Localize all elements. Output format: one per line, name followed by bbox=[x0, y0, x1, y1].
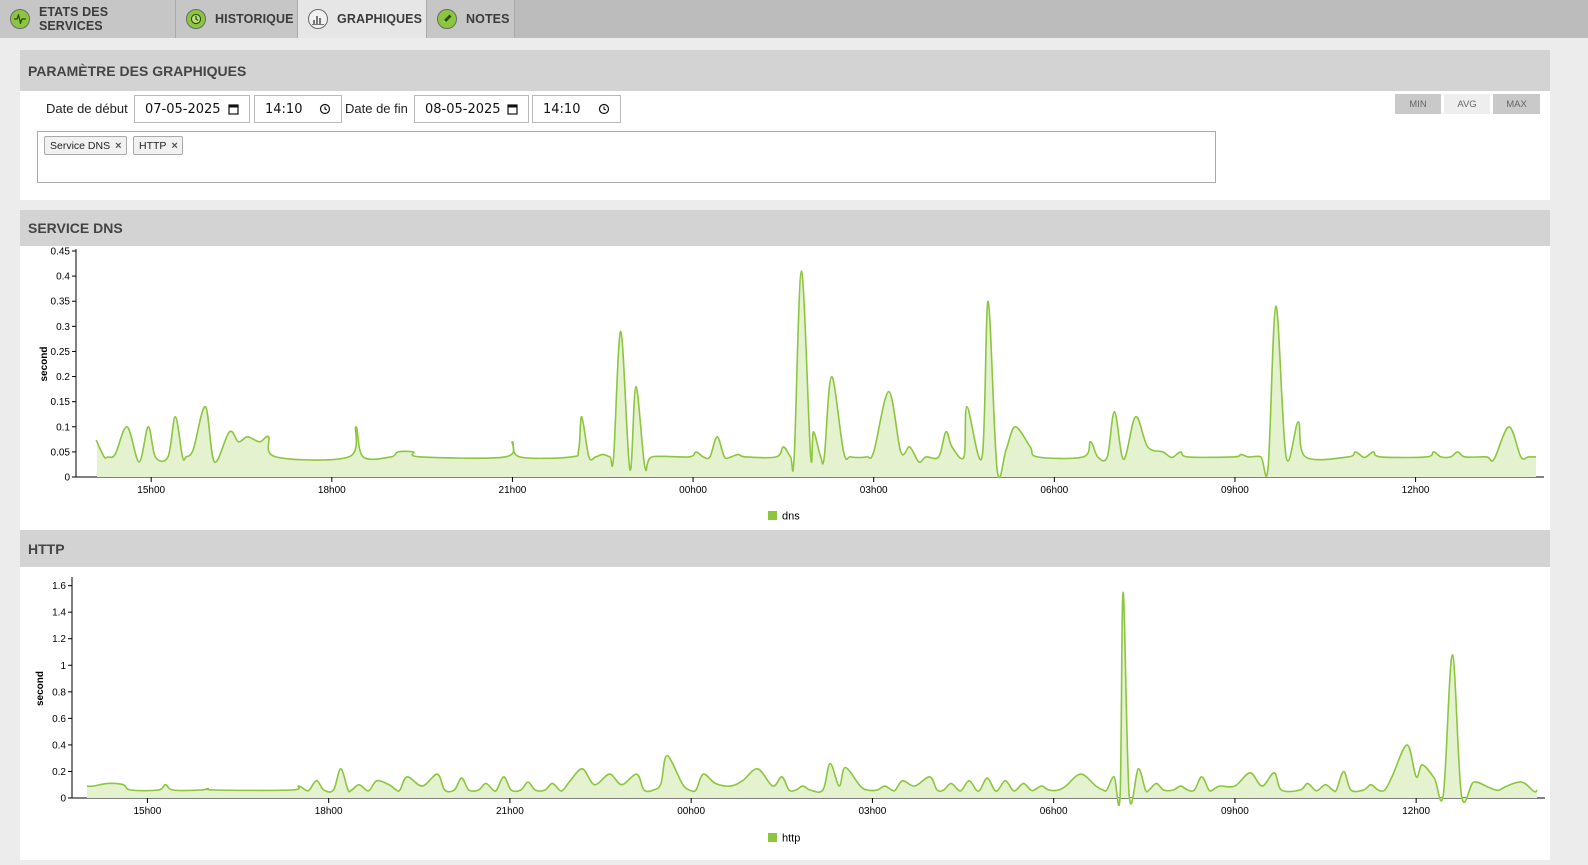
y-tick-label: 0.45 bbox=[51, 247, 71, 258]
chart-dns-panel: 0 0.05 0.1 0.15 0.2 0.25 0.3 0.35 0.4 0.45 second 1… bbox=[20, 246, 1550, 530]
y-tick-label: 0.8 bbox=[52, 687, 66, 698]
params-title: PARAMÈTRE DES GRAPHIQUES bbox=[28, 62, 247, 79]
tag-http: HTTP × bbox=[133, 136, 183, 155]
x-tick-label: 12h00 bbox=[1402, 485, 1430, 496]
end-time-value: 14:10 bbox=[543, 101, 581, 117]
x-tick-label: 06h00 bbox=[1040, 806, 1068, 817]
legend-swatch-http bbox=[768, 833, 777, 842]
series-area-dns bbox=[96, 271, 1536, 478]
y-tick-label: 0.4 bbox=[56, 272, 70, 283]
remove-tag-button[interactable]: × bbox=[171, 140, 177, 152]
y-tick-label: 0.6 bbox=[52, 714, 66, 725]
y-tick-label: 0.35 bbox=[51, 297, 71, 308]
tag-label: Service DNS bbox=[50, 139, 111, 152]
y-tick-label: 0.4 bbox=[52, 740, 66, 751]
legend-label-http: http bbox=[782, 833, 800, 845]
series-area-http bbox=[87, 592, 1537, 806]
y-axis-label: second bbox=[39, 346, 50, 381]
x-tick-label: 21h00 bbox=[496, 806, 524, 817]
x-tick-label: 03h00 bbox=[860, 485, 888, 496]
start-date-value: 07-05-2025 bbox=[145, 101, 221, 117]
y-axis-label: second bbox=[35, 671, 46, 706]
clock-icon[interactable] bbox=[598, 103, 610, 119]
clock-icon[interactable] bbox=[319, 103, 331, 119]
tab-notes[interactable]: NOTES bbox=[427, 0, 515, 38]
y-tick-label: 0.2 bbox=[52, 767, 66, 778]
tab-label: NOTES bbox=[466, 12, 510, 26]
pencil-icon bbox=[437, 9, 457, 29]
tab-historique[interactable]: HISTORIQUE bbox=[176, 0, 298, 38]
y-tick-label: 1.6 bbox=[52, 581, 66, 592]
y-tick-label: 1.2 bbox=[52, 634, 66, 645]
y-tick-label: 1 bbox=[60, 661, 66, 672]
x-tick-label: 15h00 bbox=[137, 485, 165, 496]
y-tick-label: 0.25 bbox=[51, 347, 71, 358]
pulse-icon bbox=[10, 9, 30, 29]
y-tick-label: 1.4 bbox=[52, 608, 66, 619]
tab-bar: ETATS DES SERVICES HISTORIQUE GRAPHIQUES… bbox=[0, 0, 1588, 38]
start-date-label: Date de début bbox=[46, 101, 128, 116]
chart-header-dns: SERVICE DNS bbox=[20, 210, 1550, 246]
agg-min-button[interactable]: MIN bbox=[1395, 94, 1441, 114]
tab-graphiques[interactable]: GRAPHIQUES bbox=[298, 0, 427, 38]
calendar-icon[interactable] bbox=[507, 103, 518, 119]
y-tick-label: 0.3 bbox=[56, 322, 70, 333]
agg-max-button[interactable]: MAX bbox=[1493, 94, 1540, 114]
x-tick-label: 00h00 bbox=[679, 485, 707, 496]
y-tick-label: 0.1 bbox=[56, 422, 70, 433]
remove-tag-button[interactable]: × bbox=[115, 140, 121, 152]
tag-label: HTTP bbox=[139, 139, 167, 152]
y-tick-label: 0 bbox=[64, 473, 70, 484]
x-tick-label: 21h00 bbox=[499, 485, 527, 496]
dns-chart: 0 0.05 0.1 0.15 0.2 0.25 0.3 0.35 0.4 0.45 second 1… bbox=[39, 247, 1544, 523]
clock-icon bbox=[186, 9, 206, 29]
agg-avg-button[interactable]: AVG bbox=[1444, 94, 1490, 114]
http-chart: 0 0.2 0.4 0.6 0.8 1 1.2 1.4 1.6 second 15h00 18h00 2… bbox=[35, 577, 1545, 845]
x-tick-label: 09h00 bbox=[1221, 485, 1249, 496]
end-date-label: Date de fin bbox=[345, 101, 408, 116]
y-tick-label: 0.15 bbox=[51, 397, 71, 408]
tab-label: ETATS DES SERVICES bbox=[38, 5, 109, 33]
calendar-icon[interactable] bbox=[228, 103, 239, 119]
start-time-input[interactable]: 14:10 bbox=[254, 95, 342, 123]
legend-label-dns: dns bbox=[782, 511, 800, 523]
params-header: PARAMÈTRE DES GRAPHIQUES bbox=[20, 50, 1550, 91]
start-time-value: 14:10 bbox=[265, 101, 303, 117]
x-tick-label: 18h00 bbox=[318, 485, 346, 496]
agg-label: MAX bbox=[1506, 98, 1527, 110]
start-date-input[interactable]: 07-05-2025 bbox=[134, 95, 250, 123]
y-tick-label: 0 bbox=[60, 794, 66, 805]
tag-service-dns: Service DNS × bbox=[44, 136, 127, 155]
tab-label: GRAPHIQUES bbox=[337, 12, 423, 26]
chart-http-panel: 0 0.2 0.4 0.6 0.8 1 1.2 1.4 1.6 second 15h00 18h00 2… bbox=[20, 567, 1550, 860]
chart-title: SERVICE DNS bbox=[28, 220, 123, 236]
series-line-http bbox=[86, 591, 1538, 807]
x-tick-label: 12h00 bbox=[1402, 806, 1430, 817]
tab-etats-des-services[interactable]: ETATS DES SERVICES bbox=[0, 0, 176, 38]
tab-label: HISTORIQUE bbox=[215, 12, 294, 26]
y-tick-label: 0.2 bbox=[56, 372, 70, 383]
agg-label: MIN bbox=[1409, 98, 1427, 110]
x-tick-label: 00h00 bbox=[677, 806, 705, 817]
service-tag-selector[interactable]: Service DNS × HTTP × bbox=[37, 131, 1216, 183]
end-date-input[interactable]: 08-05-2025 bbox=[414, 95, 529, 123]
x-tick-label: 15h00 bbox=[134, 806, 162, 817]
agg-label: AVG bbox=[1457, 98, 1477, 110]
bar-chart-icon bbox=[308, 9, 328, 29]
x-tick-label: 18h00 bbox=[315, 806, 343, 817]
x-tick-label: 03h00 bbox=[859, 806, 887, 817]
x-tick-label: 09h00 bbox=[1221, 806, 1249, 817]
y-tick-label: 0.05 bbox=[51, 447, 71, 458]
legend-swatch-dns bbox=[768, 511, 777, 520]
chart-title: HTTP bbox=[28, 540, 65, 557]
end-time-input[interactable]: 14:10 bbox=[532, 95, 621, 123]
x-tick-label: 06h00 bbox=[1040, 485, 1068, 496]
end-date-value: 08-05-2025 bbox=[425, 101, 501, 117]
chart-header-http: HTTP bbox=[20, 530, 1550, 567]
